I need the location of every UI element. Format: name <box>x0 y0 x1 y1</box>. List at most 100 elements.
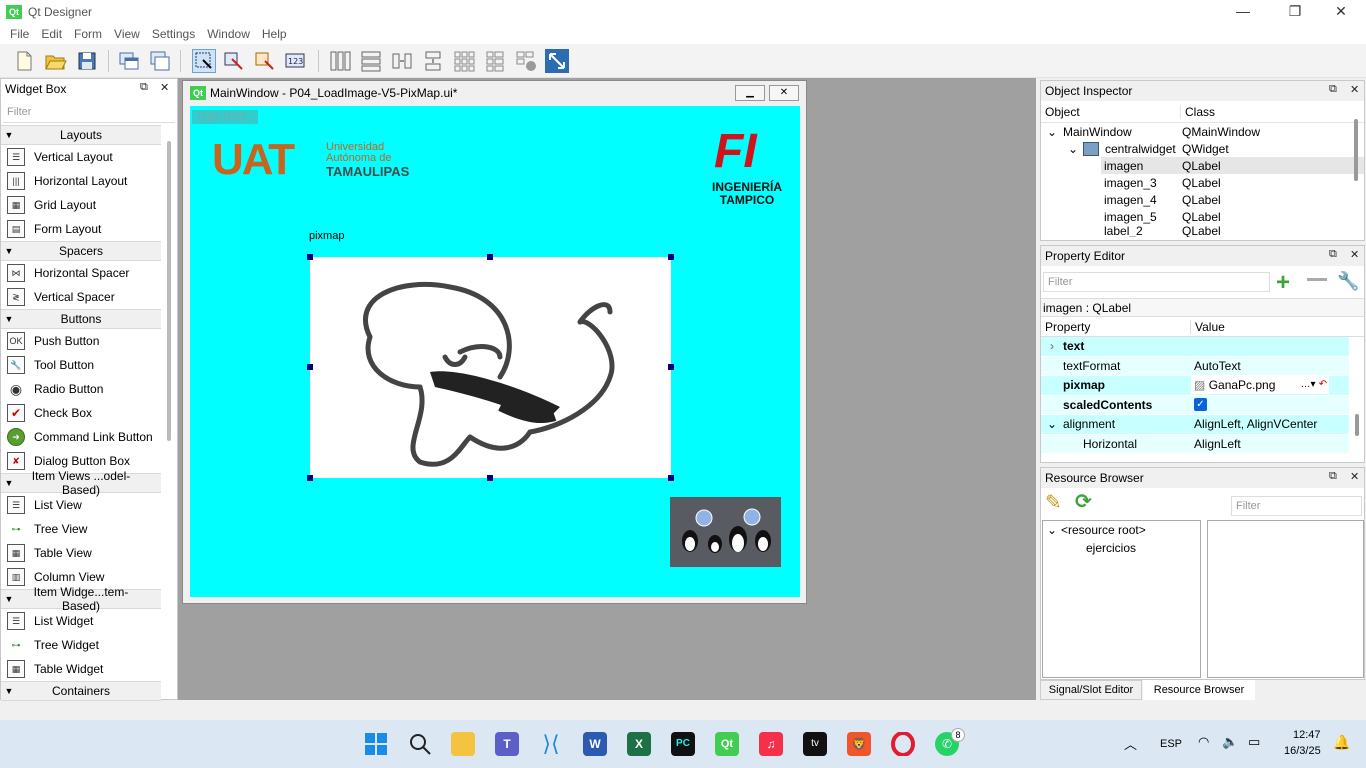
widget-item[interactable]: ||| Horizontal Layout <box>1 169 161 193</box>
layout-splitter-h-icon[interactable] <box>390 49 414 73</box>
music-icon[interactable]: ♫ <box>759 732 783 756</box>
excel-icon[interactable]: X <box>627 732 651 756</box>
teams-icon[interactable]: T <box>495 732 519 756</box>
menu-file[interactable]: File <box>4 27 35 41</box>
reset-icon[interactable]: ↶ <box>1317 376 1329 395</box>
layout-splitter-v-icon[interactable] <box>421 49 445 73</box>
wifi-icon[interactable]: ◠ <box>1198 734 1209 750</box>
tile-windows-icon[interactable] <box>148 49 172 73</box>
search-icon[interactable] <box>408 732 432 756</box>
scaled-contents-checkbox[interactable]: ✓ <box>1194 398 1207 412</box>
battery-icon[interactable]: ▭ <box>1248 734 1260 750</box>
widget-item[interactable]: ✔ Check Box <box>1 401 161 425</box>
tree-row[interactable]: ⌄ MainWindow QMainWindow <box>1041 123 1364 140</box>
opera-icon[interactable] <box>891 731 915 757</box>
widget-filter-input[interactable]: Filter <box>3 103 175 123</box>
layout-form-icon[interactable] <box>483 49 507 73</box>
apple-tv-icon[interactable]: tv <box>803 732 827 756</box>
property-row-text[interactable]: › text <box>1041 337 1349 357</box>
resource-filter-input[interactable]: Filter <box>1231 496 1362 516</box>
minimize-button[interactable]: — <box>1220 0 1266 24</box>
widget-box-scrollbar[interactable] <box>167 141 171 441</box>
clock-time[interactable]: 12:47 <box>1293 729 1321 741</box>
float-icon[interactable]: ⧉ <box>140 81 148 94</box>
restore-button[interactable]: ❐ <box>1272 0 1318 24</box>
widget-item[interactable]: ◉ Radio Button <box>1 377 161 401</box>
save-icon[interactable] <box>75 49 99 73</box>
new-file-icon[interactable] <box>12 49 36 73</box>
close-icon[interactable]: ✕ <box>1350 248 1359 261</box>
category-containers[interactable]: ▼ Containers <box>1 681 161 701</box>
category-layouts[interactable]: ▼ Layouts <box>1 125 161 145</box>
notification-icon[interactable]: 🔔 <box>1333 734 1350 751</box>
menu-help[interactable]: Help <box>256 27 293 41</box>
cascade-windows-icon[interactable] <box>117 49 141 73</box>
tree-row[interactable]: label_2 QLabel <box>1101 225 1364 237</box>
float-icon[interactable]: ⧉ <box>1329 470 1337 483</box>
layout-vertical-icon[interactable] <box>359 49 383 73</box>
object-inspector-scrollbar[interactable] <box>1354 119 1358 181</box>
widget-item[interactable]: ▦ Table Widget <box>1 657 161 681</box>
reload-icon[interactable]: ⟳ <box>1075 489 1092 514</box>
pycharm-icon[interactable]: PC <box>671 732 695 756</box>
vscode-icon[interactable]: ⟩⟨ <box>539 732 563 756</box>
tree-row[interactable]: imagen_5 QLabel <box>1101 208 1364 225</box>
widget-item[interactable]: ▤ Form Layout <box>1 217 161 241</box>
category-buttons[interactable]: ▼ Buttons <box>1 309 161 329</box>
tree-row[interactable]: ⌄ centralwidget QWidget <box>1041 140 1364 157</box>
adjust-size-icon[interactable] <box>545 49 569 73</box>
resource-folder[interactable]: ejercicios <box>1043 539 1200 557</box>
edit-tab-order-icon[interactable]: 123 <box>284 49 308 73</box>
property-row-horizontal[interactable]: Horizontal AlignLeft <box>1041 434 1349 454</box>
menu-type-here[interactable]: Type Here <box>192 110 258 124</box>
subwindow-minimize-button[interactable]: ▁ <box>735 85 765 101</box>
widget-item[interactable]: ≷ Vertical Spacer <box>1 285 161 309</box>
menu-settings[interactable]: Settings <box>146 27 201 41</box>
property-row-alignment[interactable]: ⌄ alignment AlignLeft, AlignVCenter <box>1041 415 1349 435</box>
widget-item[interactable]: ⊶ Tree Widget <box>1 633 161 657</box>
widget-item[interactable]: OK Push Button <box>1 329 161 353</box>
form-canvas[interactable]: Type Here UAT Universidad Autónoma de TA… <box>190 106 800 597</box>
property-filter-input[interactable]: Filter <box>1043 272 1270 292</box>
layout-horizontal-icon[interactable] <box>328 49 352 73</box>
menu-form[interactable]: Form <box>68 27 108 41</box>
volume-icon[interactable]: 🔈 <box>1222 734 1238 750</box>
close-icon[interactable]: ✕ <box>1350 83 1359 96</box>
category-item-views[interactable]: ▼ Item Views ...odel-Based) <box>1 469 161 497</box>
float-icon[interactable]: ⧉ <box>1329 248 1337 261</box>
imagen-pixmap[interactable] <box>310 257 671 478</box>
layout-grid-icon[interactable] <box>452 49 476 73</box>
widget-item[interactable]: ⋈ Horizontal Spacer <box>1 261 161 285</box>
resource-root[interactable]: ⌄ <resource root> <box>1043 521 1200 539</box>
penguins-image[interactable] <box>670 497 781 567</box>
subwindow-close-button[interactable]: ✕ <box>769 85 799 101</box>
widget-item[interactable]: ➜ Command Link Button <box>1 425 161 449</box>
add-property-icon[interactable]: + <box>1276 269 1290 297</box>
language-indicator[interactable]: ESP <box>1160 738 1182 750</box>
clock-date[interactable]: 16/3/25 <box>1284 745 1321 757</box>
widget-item[interactable]: ▦ Grid Layout <box>1 193 161 217</box>
browse-button[interactable]: …▾ <box>1299 376 1317 395</box>
widget-item[interactable]: ☰ Vertical Layout <box>1 145 161 169</box>
configure-icon[interactable]: 🔧 <box>1337 271 1359 292</box>
word-icon[interactable]: W <box>583 732 607 756</box>
break-layout-icon[interactable] <box>514 49 538 73</box>
edit-signals-icon[interactable] <box>222 49 246 73</box>
tab-resource-browser[interactable]: Resource Browser <box>1143 680 1255 700</box>
property-row-scaledcontents[interactable]: scaledContents ✓ <box>1041 395 1349 415</box>
property-row-pixmap[interactable]: pixmap ▨ GanaPc.png …▾ ↶ <box>1041 376 1349 396</box>
close-button[interactable]: ✕ <box>1318 0 1364 24</box>
close-icon[interactable]: ✕ <box>160 81 169 94</box>
edit-widgets-icon[interactable] <box>192 49 216 73</box>
tab-signal-slot-editor[interactable]: Signal/Slot Editor <box>1040 680 1142 700</box>
tray-expand-icon[interactable]: ︿ <box>1124 734 1137 753</box>
menu-edit[interactable]: Edit <box>35 27 68 41</box>
qt-designer-icon[interactable]: Qt <box>715 732 739 756</box>
menu-view[interactable]: View <box>108 27 146 41</box>
pixmap-value-field[interactable]: ▨ GanaPc.png <box>1191 376 1299 395</box>
menu-window[interactable]: Window <box>201 27 256 41</box>
file-explorer-icon[interactable] <box>451 732 475 756</box>
float-icon[interactable]: ⧉ <box>1329 83 1337 96</box>
tree-row[interactable]: imagen_3 QLabel <box>1101 174 1364 191</box>
close-icon[interactable]: ✕ <box>1350 470 1359 483</box>
